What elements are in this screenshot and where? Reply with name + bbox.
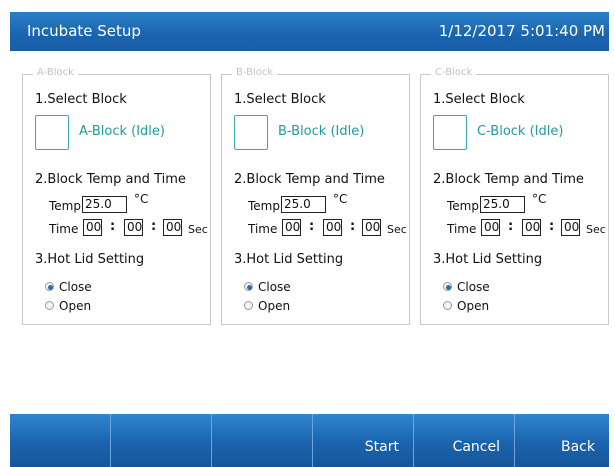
lid-close-label: Close xyxy=(59,280,92,294)
step-temp-time: 2.Block Temp and Time xyxy=(234,172,385,187)
panel-legend: C-Block xyxy=(431,67,477,78)
temp-label: Temp xyxy=(248,199,280,213)
time-separator: : xyxy=(151,219,157,234)
time-label: Time xyxy=(49,222,79,236)
temp-label: Temp xyxy=(49,199,81,213)
temp-input[interactable]: 25.0 xyxy=(480,196,525,213)
title-bar: Incubate Setup 1/12/2017 5:01:40 PM xyxy=(10,12,609,51)
time-seconds-input[interactable]: 00 xyxy=(362,219,381,236)
toolbar-button-2[interactable] xyxy=(111,414,212,467)
back-button-label: Back xyxy=(561,439,595,455)
step-hot-lid: 3.Hot Lid Setting xyxy=(234,252,344,267)
panel-legend: A-Block xyxy=(33,67,78,78)
select-block-button[interactable] xyxy=(234,115,268,150)
lid-open-label: Open xyxy=(258,299,291,313)
toolbar-button-1[interactable] xyxy=(10,414,111,467)
radio-unselected-icon[interactable] xyxy=(443,301,452,310)
time-hours-input[interactable]: 00 xyxy=(481,219,500,236)
page-title: Incubate Setup xyxy=(27,22,141,40)
block-panel-a: A-Block 1.Select Block A-Block (Idle) 2.… xyxy=(22,67,211,325)
time-separator: : xyxy=(549,219,555,234)
toolbar-button-3[interactable] xyxy=(212,414,313,467)
temp-unit: °C xyxy=(532,192,547,206)
step-hot-lid: 3.Hot Lid Setting xyxy=(433,252,543,267)
step-select-block: 1.Select Block xyxy=(433,92,525,107)
time-minutes-input[interactable]: 00 xyxy=(323,219,342,236)
step-temp-time: 2.Block Temp and Time xyxy=(433,172,584,187)
block-panel-b: B-Block 1.Select Block B-Block (Idle) 2.… xyxy=(221,67,410,325)
time-seconds-input[interactable]: 00 xyxy=(163,219,182,236)
sec-label: Sec xyxy=(188,223,208,236)
cancel-button-label: Cancel xyxy=(452,439,500,455)
time-separator: : xyxy=(350,219,356,234)
time-label: Time xyxy=(248,222,278,236)
radio-selected-icon[interactable] xyxy=(443,282,452,291)
datetime-display: 1/12/2017 5:01:40 PM xyxy=(438,22,605,40)
cancel-button[interactable]: Cancel xyxy=(414,414,515,467)
time-hours-input[interactable]: 00 xyxy=(282,219,301,236)
panel-legend: B-Block xyxy=(232,67,278,78)
temp-unit: °C xyxy=(333,192,348,206)
block-status: B-Block (Idle) xyxy=(278,124,365,139)
time-separator: : xyxy=(110,219,116,234)
radio-unselected-icon[interactable] xyxy=(45,301,54,310)
time-separator: : xyxy=(309,219,315,234)
radio-unselected-icon[interactable] xyxy=(244,301,253,310)
lid-close-label: Close xyxy=(457,280,490,294)
bottom-toolbar: Start Cancel Back xyxy=(10,414,609,467)
back-button[interactable]: Back xyxy=(515,414,609,467)
lid-open-label: Open xyxy=(59,299,92,313)
time-minutes-input[interactable]: 00 xyxy=(522,219,541,236)
time-separator: : xyxy=(508,219,514,234)
radio-selected-icon[interactable] xyxy=(244,282,253,291)
time-label: Time xyxy=(447,222,477,236)
temp-input[interactable]: 25.0 xyxy=(82,196,127,213)
temp-input[interactable]: 25.0 xyxy=(281,196,326,213)
temp-unit: °C xyxy=(134,192,149,206)
time-seconds-input[interactable]: 00 xyxy=(561,219,580,236)
step-temp-time: 2.Block Temp and Time xyxy=(35,172,186,187)
radio-selected-icon[interactable] xyxy=(45,282,54,291)
time-minutes-input[interactable]: 00 xyxy=(124,219,143,236)
block-panel-c: C-Block 1.Select Block C-Block (Idle) 2.… xyxy=(420,67,609,325)
select-block-button[interactable] xyxy=(433,115,467,150)
lid-open-label: Open xyxy=(457,299,490,313)
step-select-block: 1.Select Block xyxy=(35,92,127,107)
block-status: C-Block (Idle) xyxy=(477,124,564,139)
start-button-label: Start xyxy=(364,439,399,455)
sec-label: Sec xyxy=(387,223,407,236)
time-hours-input[interactable]: 00 xyxy=(83,219,102,236)
select-block-button[interactable] xyxy=(35,115,69,150)
block-status: A-Block (Idle) xyxy=(79,124,165,139)
step-hot-lid: 3.Hot Lid Setting xyxy=(35,252,145,267)
lid-close-label: Close xyxy=(258,280,291,294)
step-select-block: 1.Select Block xyxy=(234,92,326,107)
start-button[interactable]: Start xyxy=(313,414,414,467)
temp-label: Temp xyxy=(447,199,479,213)
sec-label: Sec xyxy=(586,223,606,236)
